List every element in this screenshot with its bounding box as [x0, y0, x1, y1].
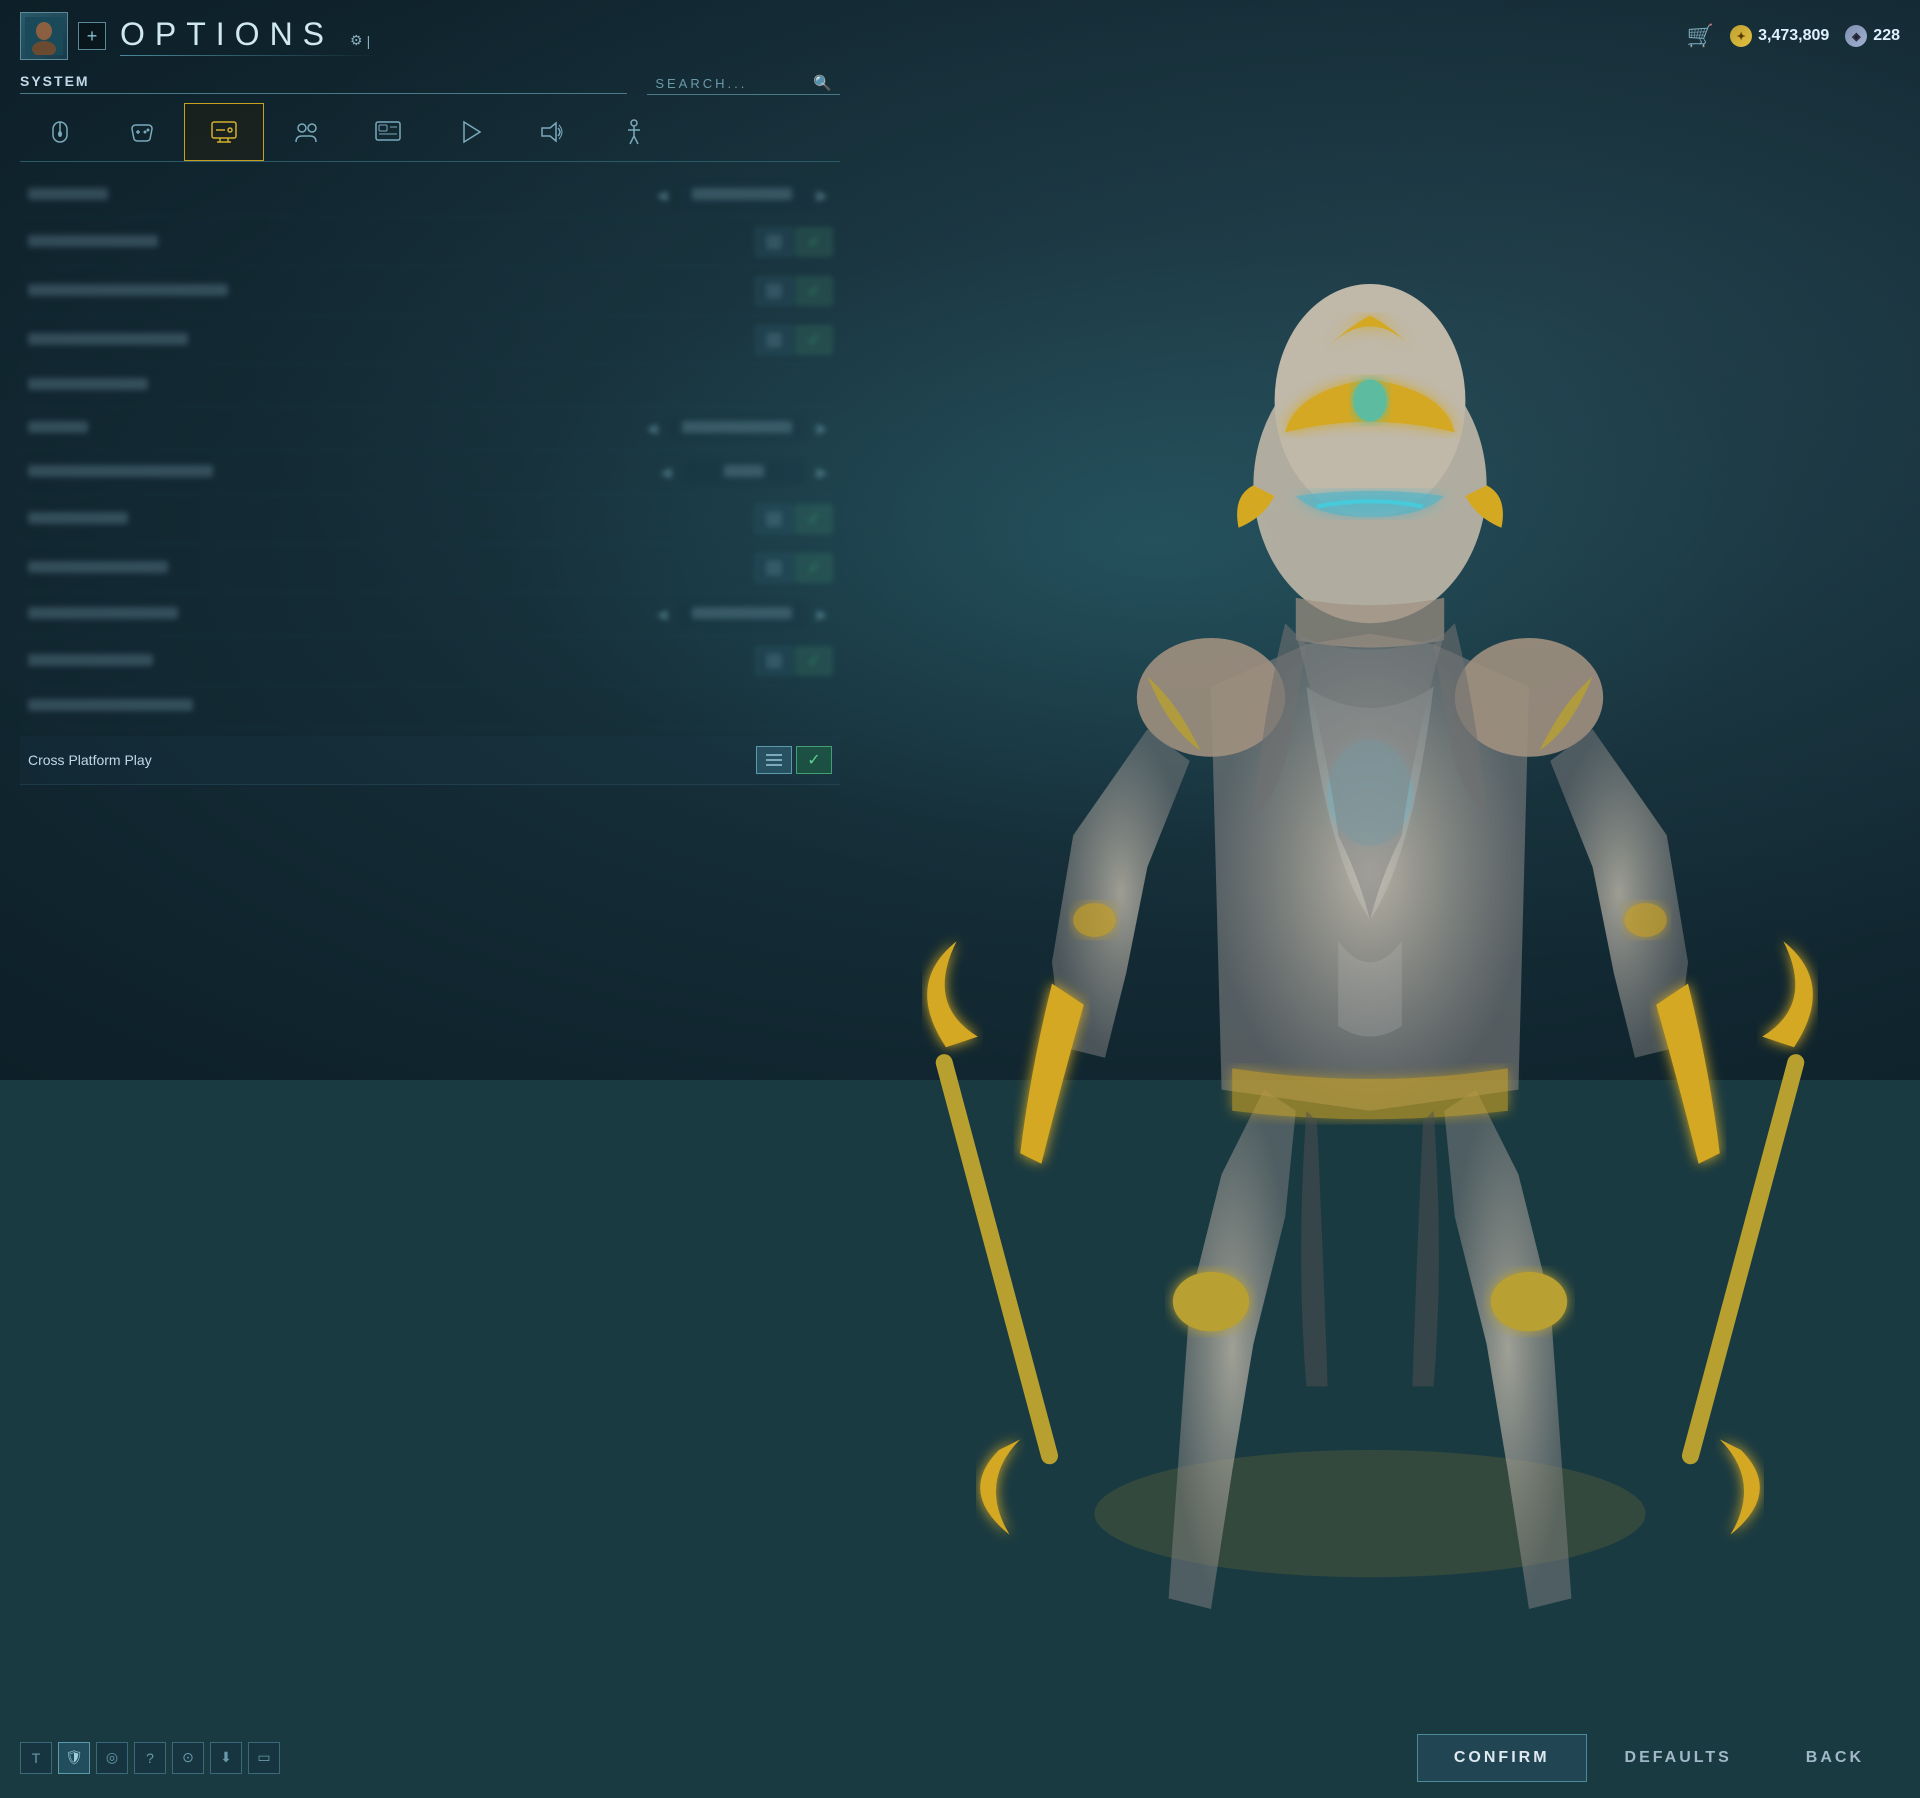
bottom-icon-dot[interactable]: ⊙ — [172, 1742, 204, 1774]
toggle-2: ✓ — [756, 228, 832, 256]
setting-row-9: ◀ ▶ — [20, 593, 840, 637]
bottom-icon-help[interactable]: ? — [134, 1742, 166, 1774]
search-input[interactable] — [655, 76, 805, 91]
bottom-icon-shield[interactable]: 🛡 — [58, 1742, 90, 1774]
setting-row-2: ✓ — [20, 218, 840, 267]
page-title: OPTIONS — [120, 16, 334, 53]
topbar: + OPTIONS ⚙| 🛒 ✦ 3,473,809 ◈ 228 — [0, 0, 1920, 72]
toggle-8: ✓ — [756, 554, 832, 582]
bottom-icons: T 🛡 ◎ ? ⊙ ⬇ ▭ — [20, 1742, 280, 1774]
setting-control-pc-type: ◀ ▶ — [652, 184, 832, 207]
tab-gameplay[interactable] — [430, 103, 510, 161]
back-button[interactable]: BACK — [1770, 1734, 1900, 1782]
defaults-button[interactable]: DEFAULTS — [1589, 1734, 1768, 1782]
setting-row-11 — [20, 686, 840, 728]
credits-amount: 3,473,809 — [1758, 27, 1829, 45]
add-button[interactable]: + — [78, 22, 106, 50]
title-underline — [120, 55, 380, 56]
toggle-4: ✓ — [756, 326, 832, 354]
bottom-icon-text[interactable]: T — [20, 1742, 52, 1774]
tab-audio[interactable] — [512, 103, 592, 161]
tab-accessibility[interactable] — [594, 103, 674, 161]
topbar-left: + OPTIONS ⚙| — [20, 12, 380, 60]
bottom-icon-rect[interactable]: ▭ — [248, 1742, 280, 1774]
settings-list: ◀ ▶ ✓ — [20, 174, 840, 1726]
bottom-bar: T 🛡 ◎ ? ⊙ ⬇ ▭ CONFIRM DEFAULTS BACK — [0, 1726, 1920, 1798]
credits-display: ✦ 3,473,809 — [1730, 25, 1829, 47]
setting-row-10: ✓ — [20, 637, 840, 686]
setting-row-cross-platform: Cross Platform Play ✓ — [20, 736, 840, 785]
action-buttons: CONFIRM DEFAULTS BACK — [1417, 1734, 1900, 1782]
tab-controller[interactable] — [102, 103, 182, 161]
toggle-off-btn[interactable] — [756, 746, 792, 774]
setting-row-refresh: ◀ ▶ — [20, 451, 840, 495]
section-label: SYSTEM — [20, 73, 627, 94]
search-icon: 🔍 — [813, 74, 832, 92]
settings-tabs — [20, 103, 840, 162]
panel-header: SYSTEM 🔍 — [20, 72, 840, 95]
platinum-display: ◈ 228 — [1845, 25, 1900, 47]
cross-platform-label: Cross Platform Play — [28, 752, 756, 768]
toggle-7: ✓ — [756, 505, 832, 533]
setting-row-8: ✓ — [20, 544, 840, 593]
confirm-button[interactable]: CONFIRM — [1417, 1734, 1587, 1782]
cross-platform-toggle: ✓ — [756, 746, 832, 774]
search-container: 🔍 — [647, 72, 840, 95]
topbar-right: 🛒 ✦ 3,473,809 ◈ 228 — [1687, 23, 1900, 49]
setting-row-vsync: ◀ ▶ — [20, 407, 840, 451]
toggle-10: ✓ — [756, 647, 832, 675]
tab-social[interactable] — [266, 103, 346, 161]
toggle-3: ✓ — [756, 277, 832, 305]
platinum-amount: 228 — [1873, 27, 1900, 45]
character-display — [840, 72, 1900, 1726]
setting-row-7: ✓ — [20, 495, 840, 544]
content-area: SYSTEM 🔍 — [0, 72, 1920, 1726]
left-panel: SYSTEM 🔍 — [20, 72, 840, 1726]
cart-icon[interactable]: 🛒 — [1687, 23, 1714, 49]
toggle-on-btn[interactable]: ✓ — [796, 746, 832, 774]
bottom-icon-target[interactable]: ◎ — [96, 1742, 128, 1774]
tab-mouse[interactable] — [20, 103, 100, 161]
setting-row-4: ✓ — [20, 316, 840, 365]
credits-icon: ✦ — [1730, 25, 1752, 47]
bottom-icon-down[interactable]: ⬇ — [210, 1742, 242, 1774]
setting-row-3: ✓ — [20, 267, 840, 316]
tab-display[interactable] — [184, 103, 264, 161]
section-header-row — [20, 365, 840, 407]
setting-label-pc-type — [28, 188, 652, 203]
platinum-icon: ◈ — [1845, 25, 1867, 47]
setting-row-pc-type: ◀ ▶ — [20, 174, 840, 218]
title-decoration: ⚙| — [350, 32, 370, 49]
avatar[interactable] — [20, 12, 68, 60]
tab-interface[interactable] — [348, 103, 428, 161]
